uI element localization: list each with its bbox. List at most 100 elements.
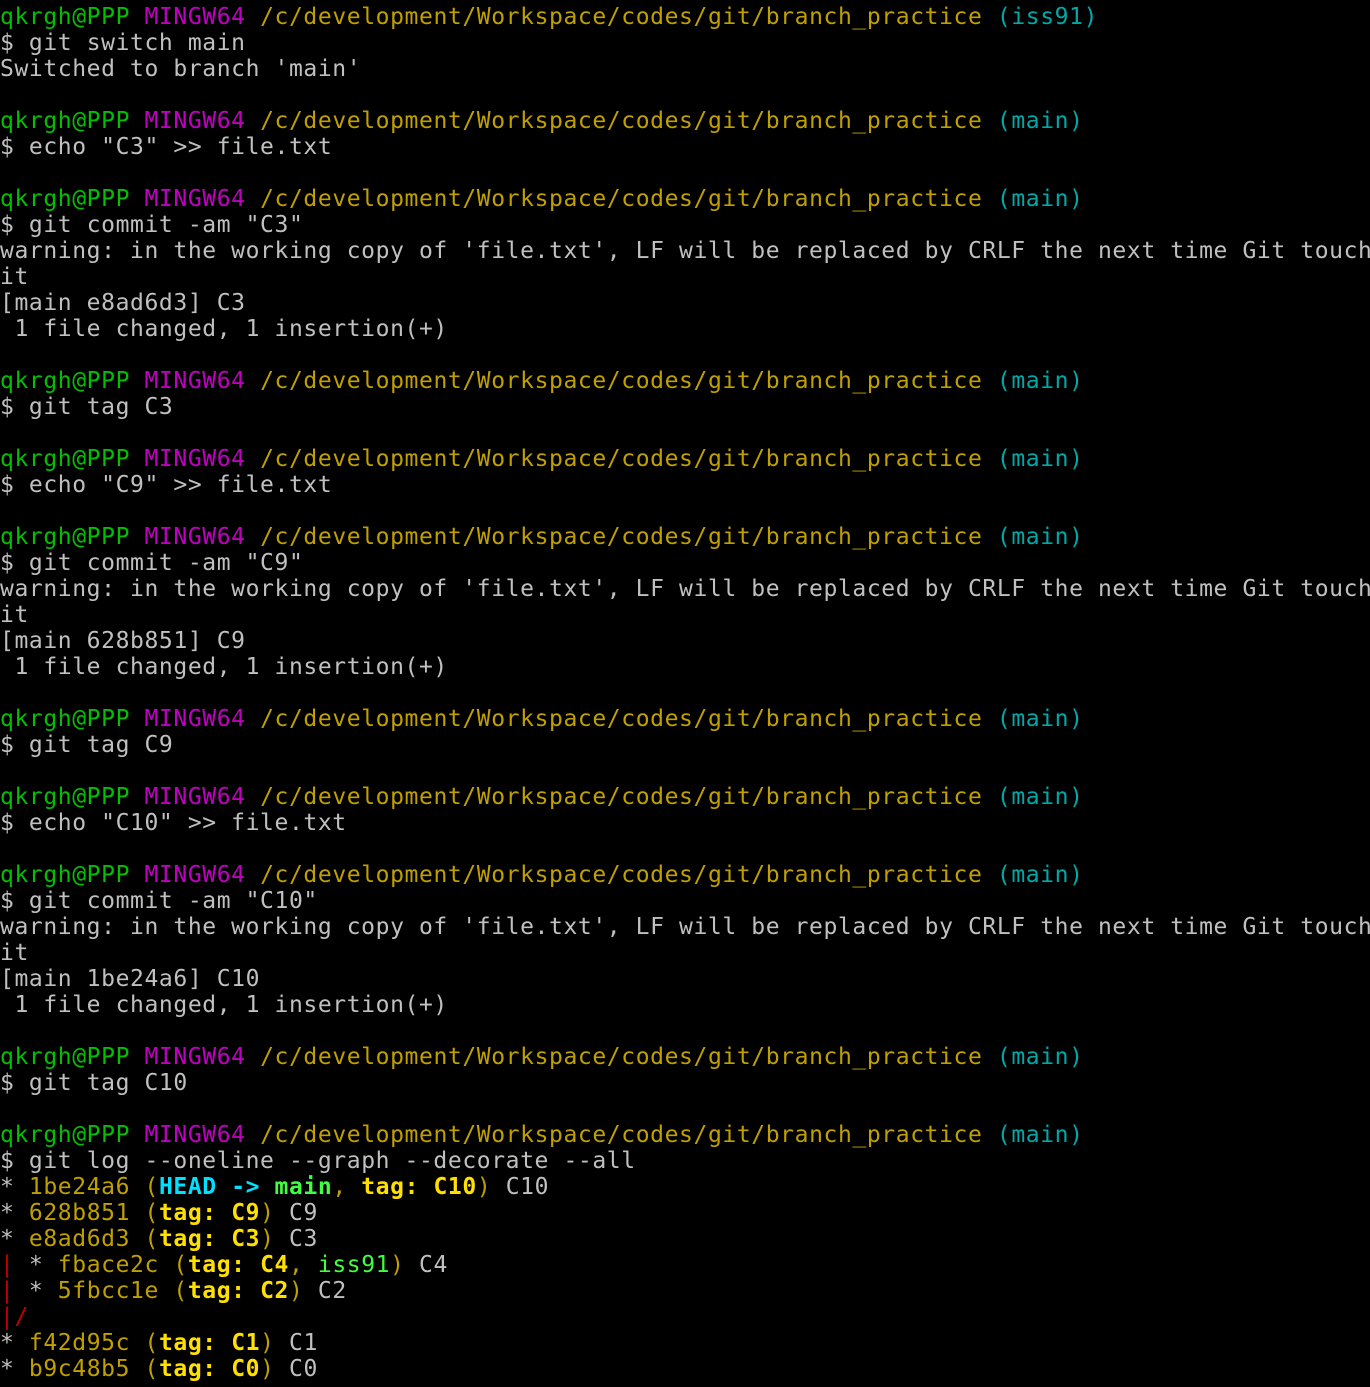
prompt-branch: (main) — [996, 862, 1084, 888]
prompt-branch: (main) — [996, 706, 1084, 732]
prompt-line: qkrgh@PPP MINGW64 /c/development/Workspa… — [0, 446, 1370, 472]
prompt-symbol: $ — [0, 394, 15, 420]
command-text: git tag C9 — [28, 732, 174, 758]
ref-tag: tag: C9 — [158, 1200, 261, 1226]
output-line: [main 1be24a6] C10 — [0, 966, 1370, 992]
prompt-symbol: $ — [0, 732, 15, 758]
prompt-system: MINGW64 — [144, 1044, 246, 1070]
output-line: 1 file changed, 1 insertion(+) — [0, 992, 1370, 1018]
command-text: echo "C3" >> file.txt — [28, 134, 333, 160]
log-entry: | * 5fbcc1e (tag: C2) C2 — [0, 1278, 1370, 1304]
output-text: [main 628b851] C9 — [0, 628, 246, 654]
graph-commit-marker: * — [0, 1226, 29, 1252]
graph-branch-line: | — [0, 1252, 15, 1278]
command-line: $ echo "C3" >> file.txt — [0, 134, 1370, 160]
output-line: it — [0, 264, 1370, 290]
prompt-line: qkrgh@PPP MINGW64 /c/development/Workspa… — [0, 186, 1370, 212]
prompt-symbol: $ — [0, 30, 15, 56]
prompt-system: MINGW64 — [144, 1122, 246, 1148]
output-text: warning: in the working copy of 'file.tx… — [0, 238, 1370, 264]
prompt-path: /c/development/Workspace/codes/git/branc… — [260, 706, 983, 732]
output-text: warning: in the working copy of 'file.tx… — [0, 576, 1370, 602]
commit-hash: 628b851 — [28, 1200, 131, 1226]
commit-message: C0 — [289, 1356, 318, 1382]
graph-branch-line: | — [0, 1278, 15, 1304]
command-line: $ git tag C9 — [0, 732, 1370, 758]
command-line: $ git commit -am "C10" — [0, 888, 1370, 914]
terminal-window[interactable]: qkrgh@PPP MINGW64 /c/development/Workspa… — [0, 0, 1370, 1387]
output-line: 1 file changed, 1 insertion(+) — [0, 654, 1370, 680]
ref-paren-open: ( — [144, 1330, 159, 1356]
output-line: [main e8ad6d3] C3 — [0, 290, 1370, 316]
prompt-system: MINGW64 — [144, 524, 246, 550]
ref-tag: tag: C10 — [361, 1174, 477, 1200]
command-text: echo "C9" >> file.txt — [28, 472, 333, 498]
prompt-path: /c/development/Workspace/codes/git/branc… — [260, 862, 983, 888]
ref-paren-close: ) — [260, 1226, 275, 1252]
output-text: 1 file changed, 1 insertion(+) — [0, 316, 448, 342]
prompt-path: /c/development/Workspace/codes/git/branc… — [260, 446, 983, 472]
commit-hash: fbace2c — [57, 1252, 159, 1278]
output-text: [main 1be24a6] C10 — [0, 966, 261, 992]
ref-paren-close: ) — [390, 1252, 405, 1278]
output-text: 1 file changed, 1 insertion(+) — [0, 992, 448, 1018]
ref-paren-open: ( — [144, 1226, 159, 1252]
prompt-symbol: $ — [0, 550, 15, 576]
command-line: $ git log --oneline --graph --decorate -… — [0, 1148, 1370, 1174]
prompt-system: MINGW64 — [144, 446, 246, 472]
output-line: [main 628b851] C9 — [0, 628, 1370, 654]
log-entry: | * fbace2c (tag: C4, iss91) C4 — [0, 1252, 1370, 1278]
prompt-symbol: $ — [0, 212, 15, 238]
graph-commit-marker: * — [0, 1356, 29, 1382]
commit-hash: 1be24a6 — [28, 1174, 131, 1200]
prompt-branch: (main) — [996, 1044, 1084, 1070]
prompt-path: /c/development/Workspace/codes/git/branc… — [260, 186, 983, 212]
prompt-symbol: $ — [0, 134, 15, 160]
ref-head: HEAD -> — [158, 1174, 275, 1200]
prompt-system: MINGW64 — [144, 186, 246, 212]
prompt-user: qkrgh@PPP — [0, 1044, 131, 1070]
command-line: $ echo "C10" >> file.txt — [0, 810, 1370, 836]
prompt-line: qkrgh@PPP MINGW64 /c/development/Workspa… — [0, 1044, 1370, 1070]
ref-tag: tag: C3 — [158, 1226, 261, 1252]
prompt-user: qkrgh@PPP — [0, 706, 131, 732]
graph-commit-marker: * — [0, 1330, 29, 1356]
commit-hash: b9c48b5 — [28, 1356, 131, 1382]
ref-paren-close: ) — [476, 1174, 492, 1200]
log-entry: * 1be24a6 (HEAD -> main, tag: C10) C10 — [0, 1174, 1370, 1200]
prompt-branch: (main) — [996, 186, 1084, 212]
graph-commit-marker: * — [0, 1174, 29, 1200]
prompt-symbol: $ — [0, 810, 15, 836]
commit-message: C4 — [419, 1252, 448, 1278]
prompt-path: /c/development/Workspace/codes/git/branc… — [260, 1044, 983, 1070]
